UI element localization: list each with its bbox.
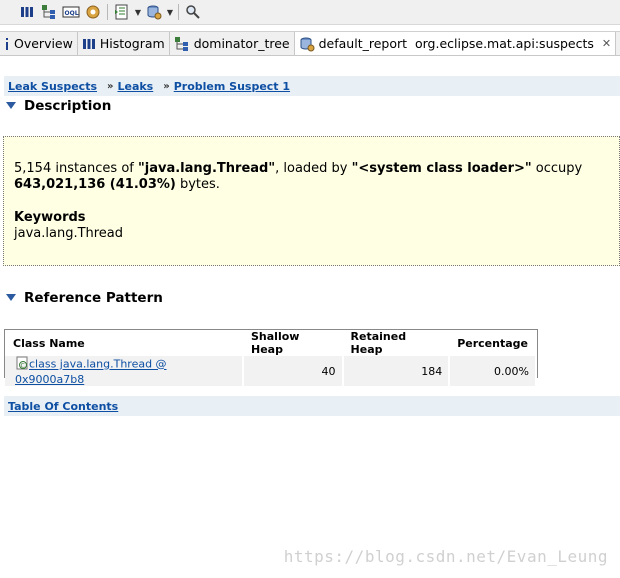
report-icon <box>299 36 315 52</box>
description-section-header[interactable]: Description <box>6 98 111 114</box>
table-row[interactable]: C class java.lang.Thread @ 0x9000a7b8 40… <box>5 356 537 387</box>
oql-icon[interactable]: OQL <box>60 1 82 23</box>
toolbar-separator <box>178 4 179 20</box>
tab-label: default_report org.eclipse.mat.api:suspe… <box>318 36 594 51</box>
search-icon[interactable] <box>182 1 204 23</box>
dominator-tree-icon <box>174 36 190 52</box>
tab-dominator-tree[interactable]: dominator_tree <box>170 32 295 55</box>
table-of-contents-link[interactable]: Table Of Contents <box>8 400 118 413</box>
watermark: https://blog.csdn.net/Evan_Leung <box>283 547 608 566</box>
table-of-contents-bar: Table Of Contents <box>4 396 620 416</box>
desc-text-part: bytes. <box>175 177 220 192</box>
info-icon <box>4 37 10 51</box>
bytes-bold: 643,021,136 (41.03%) <box>14 177 176 192</box>
tab-label: Histogram <box>99 36 165 51</box>
column-header-retained-heap[interactable]: Retained Heap <box>343 330 450 356</box>
description-text: 5,154 instances of "java.lang.Thread", l… <box>14 161 609 193</box>
breadcrumb-separator: » <box>163 80 170 92</box>
class-object-link[interactable]: class java.lang.Thread @ 0x9000a7b8 <box>15 358 167 387</box>
keywords-value: java.lang.Thread <box>14 226 124 241</box>
reference-pattern-table: Class Name Shallow Heap Retained Heap Pe… <box>4 329 538 386</box>
class-loader-bold: "<system class loader>" <box>351 161 532 176</box>
collapse-triangle-icon[interactable] <box>6 290 17 306</box>
svg-text:OQL: OQL <box>65 10 79 17</box>
column-header-shallow-heap[interactable]: Shallow Heap <box>243 330 343 356</box>
collapse-triangle-icon[interactable] <box>6 98 17 114</box>
chevron-down-icon[interactable]: ▼ <box>165 1 175 23</box>
breadcrumb-link-problem-suspect-1[interactable]: Problem Suspect 1 <box>174 80 290 93</box>
section-title: Description <box>24 98 112 114</box>
breadcrumb-link-leak-suspects[interactable]: Leak Suspects <box>8 80 97 93</box>
breadcrumb-separator: » <box>107 80 114 92</box>
tab-default-report[interactable]: default_report org.eclipse.mat.api:suspe… <box>294 32 617 55</box>
percentage-cell: 0.00% <box>449 356 537 386</box>
chevron-down-icon[interactable]: ▼ <box>133 1 143 23</box>
editor-tab-bar: Overview Histogram dominator_tree defaul… <box>0 31 620 56</box>
description-box: 5,154 instances of "java.lang.Thread", l… <box>3 136 620 266</box>
breadcrumb: Leak Suspects » Leaks » Problem Suspect … <box>4 76 620 96</box>
column-header-percentage[interactable]: Percentage <box>449 330 536 356</box>
tab-label: Overview <box>14 36 73 51</box>
query-browser-icon[interactable] <box>82 1 104 23</box>
breadcrumb-link-leaks[interactable]: Leaks <box>117 80 153 93</box>
desc-text-part: occupy <box>531 161 583 176</box>
tab-overview[interactable]: Overview <box>0 32 78 55</box>
table-header-row: Class Name Shallow Heap Retained Heap Pe… <box>5 330 536 356</box>
tab-cla[interactable]: cla <box>616 32 620 55</box>
toolbar-separator <box>107 4 108 20</box>
column-header-class-name[interactable]: Class Name <box>5 330 243 356</box>
heap-dump-overview-icon[interactable] <box>111 1 133 23</box>
section-title: Reference Pattern <box>24 290 163 306</box>
main-toolbar: OQL ▼ ▼ <box>0 0 620 25</box>
tab-label: dominator_tree <box>193 36 290 51</box>
class-name-cell: C class java.lang.Thread @ 0x9000a7b8 <box>5 356 244 387</box>
reference-pattern-section-header[interactable]: Reference Pattern <box>6 290 163 306</box>
retained-heap-cell: 184 <box>342 356 451 386</box>
database-icon[interactable] <box>143 1 165 23</box>
tab-histogram[interactable]: Histogram <box>78 32 170 55</box>
desc-text-part: , loaded by <box>275 161 352 176</box>
shallow-heap-cell: 40 <box>243 356 344 386</box>
overview-icon[interactable] <box>16 1 38 23</box>
class-file-icon: C <box>15 356 29 373</box>
histogram-icon <box>82 37 96 51</box>
dominator-tree-icon[interactable] <box>38 1 60 23</box>
svg-text:C: C <box>21 363 25 370</box>
close-icon[interactable]: ✕ <box>602 37 611 50</box>
keywords-title: Keywords <box>14 210 86 225</box>
class-name-bold: "java.lang.Thread" <box>138 161 276 176</box>
desc-text-part: 5,154 instances of <box>14 161 138 176</box>
